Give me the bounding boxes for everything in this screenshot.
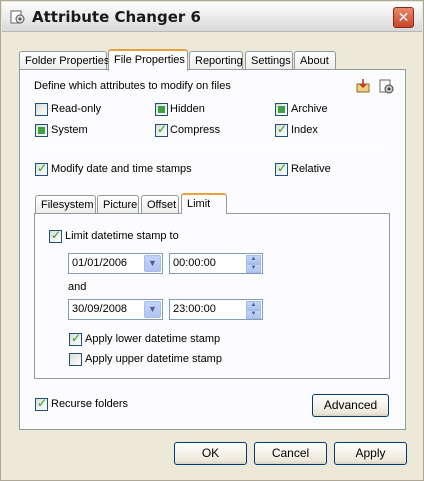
apply-button[interactable]: Apply (334, 442, 407, 465)
spin-down-icon[interactable]: ▼ (246, 310, 261, 319)
app-window: Attribute Changer 6 ✕ Folder Properties … (0, 0, 424, 481)
tab-about[interactable]: About (294, 51, 336, 70)
cancel-button[interactable]: Cancel (254, 442, 327, 465)
tab-offset[interactable]: Offset (141, 195, 179, 213)
limit-datetime-label: Limit datetime stamp to (65, 230, 179, 242)
tab-settings[interactable]: Settings (245, 51, 293, 70)
archive-label: Archive (291, 103, 328, 115)
compress-label: Compress (170, 124, 221, 136)
settings-icon[interactable] (378, 78, 394, 94)
tab-filesystem[interactable]: Filesystem (35, 195, 96, 213)
import-icon[interactable] (355, 78, 371, 94)
spin-down-icon[interactable]: ▼ (246, 264, 261, 273)
relative-label: Relative (291, 163, 331, 175)
to-date-picker[interactable]: 30/09/2008 ▼ (68, 299, 163, 320)
to-time-field[interactable]: 23:00:00 ▲ ▼ (169, 299, 263, 320)
tab-folder-properties[interactable]: Folder Properties (19, 51, 109, 70)
hidden-label: Hidden (170, 103, 205, 115)
system-checkbox[interactable] (35, 124, 48, 137)
divider (34, 149, 389, 150)
title-bar[interactable]: Attribute Changer 6 ✕ (2, 2, 422, 32)
and-label: and (68, 281, 87, 293)
index-label: Index (291, 124, 318, 136)
archive-checkbox[interactable] (275, 103, 288, 116)
apply-lower-checkbox[interactable] (69, 331, 82, 346)
from-date-value: 01/01/2006 (72, 257, 128, 269)
attributes-heading: Define which attributes to modify on fil… (34, 80, 231, 92)
close-button[interactable]: ✕ (393, 7, 414, 28)
app-icon (10, 10, 25, 24)
tab-reporting[interactable]: Reporting (189, 51, 243, 70)
tab-picture[interactable]: Picture (97, 195, 139, 213)
advanced-button[interactable]: Advanced (312, 394, 389, 417)
tab-limit[interactable]: Limit (181, 193, 227, 214)
tab-file-properties[interactable]: File Properties (108, 49, 188, 71)
modify-dates-label: Modify date and time stamps (51, 163, 192, 175)
to-date-value: 30/09/2008 (72, 303, 128, 315)
modify-dates-checkbox[interactable] (35, 161, 48, 176)
to-time-value: 23:00:00 (173, 303, 216, 315)
compress-checkbox[interactable] (155, 122, 168, 137)
close-icon: ✕ (397, 9, 410, 25)
system-label: System (51, 124, 88, 136)
recurse-folders-label: Recurse folders (51, 398, 129, 410)
read-only-label: Read-only (51, 103, 102, 115)
window-title: Attribute Changer 6 (32, 8, 201, 26)
from-time-field[interactable]: 00:00:00 ▲ ▼ (169, 253, 263, 274)
apply-upper-label: Apply upper datetime stamp (85, 353, 222, 365)
ok-button[interactable]: OK (174, 442, 247, 465)
recurse-folders-checkbox[interactable] (35, 396, 48, 411)
hidden-checkbox[interactable] (155, 103, 168, 116)
apply-upper-checkbox[interactable] (69, 353, 82, 366)
spin-up-icon[interactable]: ▲ (246, 255, 261, 264)
from-time-value: 00:00:00 (173, 257, 216, 269)
limit-datetime-checkbox[interactable] (49, 228, 62, 243)
relative-checkbox[interactable] (275, 161, 288, 176)
spin-up-icon[interactable]: ▲ (246, 301, 261, 310)
chevron-down-icon[interactable]: ▼ (144, 255, 161, 272)
read-only-checkbox[interactable] (35, 103, 48, 116)
chevron-down-icon[interactable]: ▼ (144, 301, 161, 318)
from-date-picker[interactable]: 01/01/2006 ▼ (68, 253, 163, 274)
index-checkbox[interactable] (275, 122, 288, 137)
apply-lower-label: Apply lower datetime stamp (85, 333, 221, 345)
